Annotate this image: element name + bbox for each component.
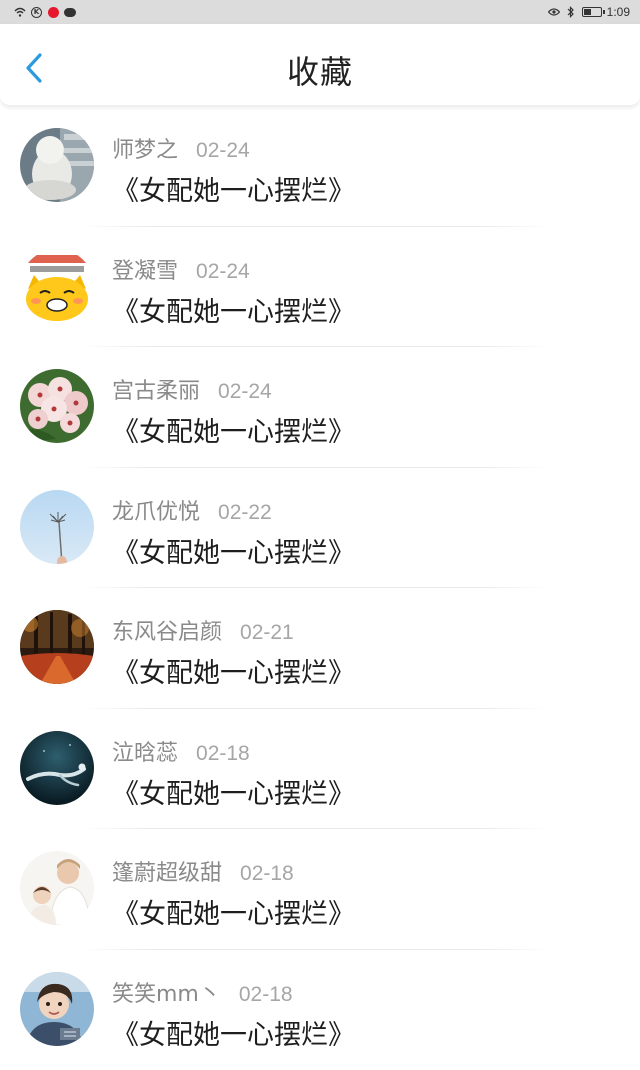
list-item[interactable]: 龙爪优悦 02-22 《女配她一心摆烂》: [0, 468, 640, 589]
item-meta: 师梦之 02-24: [112, 132, 250, 164]
avatar[interactable]: [20, 128, 94, 202]
list-item[interactable]: 泣晗蕊 02-18 《女配她一心摆烂》: [0, 709, 640, 830]
app-header: 收藏: [0, 24, 640, 106]
book-title[interactable]: 《女配她一心摆烂》: [112, 1013, 355, 1052]
item-date: 02-18: [240, 862, 294, 886]
list-item[interactable]: 师梦之 02-24 《女配她一心摆烂》: [0, 106, 640, 227]
book-title[interactable]: 《女配她一心摆烂》: [112, 772, 355, 811]
item-date: 02-24: [218, 380, 272, 404]
battery-icon: [582, 7, 602, 17]
item-meta: 泣晗蕊 02-18: [112, 735, 250, 767]
avatar[interactable]: [20, 610, 94, 684]
user-name: 篷蔚超级甜: [112, 855, 222, 887]
list-item[interactable]: 篷蔚超级甜 02-18 《女配她一心摆烂》: [0, 829, 640, 950]
item-meta: 笑笑mm丶 02-18: [112, 976, 293, 1008]
item-meta: 龙爪优悦 02-22: [112, 494, 272, 526]
status-time: 1:09: [607, 5, 630, 19]
bluetooth-icon: [565, 6, 577, 18]
book-title[interactable]: 《女配她一心摆烂》: [112, 531, 355, 570]
item-meta: 东风谷启颜 02-21: [112, 614, 294, 646]
list-item[interactable]: 笑笑mm丶 02-18 《女配她一心摆烂》: [0, 950, 640, 1070]
item-meta: 登凝雪 02-24: [112, 253, 250, 285]
list-item[interactable]: 登凝雪 02-24 《女配她一心摆烂》: [0, 227, 640, 348]
book-title[interactable]: 《女配她一心摆烂》: [112, 651, 355, 690]
eye-icon: [548, 6, 560, 18]
book-title[interactable]: 《女配她一心摆烂》: [112, 290, 355, 329]
item-date: 02-18: [196, 742, 250, 766]
item-date: 02-21: [240, 621, 294, 645]
user-name: 泣晗蕊: [112, 735, 178, 767]
list-item[interactable]: 宫古柔丽 02-24 《女配她一心摆烂》: [0, 347, 640, 468]
status-bar-left: K: [14, 6, 76, 18]
weibo-icon: [47, 6, 59, 18]
favorites-list: 师梦之 02-24 《女配她一心摆烂》 登凝雪 02-24: [0, 106, 640, 1070]
avatar[interactable]: [20, 369, 94, 443]
item-date: 02-18: [239, 983, 293, 1007]
avatar[interactable]: [20, 490, 94, 564]
circle-k-icon: K: [31, 7, 42, 18]
list-item[interactable]: 东风谷启颜 02-21 《女配她一心摆烂》: [0, 588, 640, 709]
chat-bubble-icon: [64, 6, 76, 18]
item-meta: 宫古柔丽 02-24: [112, 373, 272, 405]
status-bar: K 1:09: [0, 0, 640, 24]
book-title[interactable]: 《女配她一心摆烂》: [112, 410, 355, 449]
user-name: 登凝雪: [112, 253, 178, 285]
item-meta: 篷蔚超级甜 02-18: [112, 855, 294, 887]
user-name: 师梦之: [112, 132, 178, 164]
item-date: 02-22: [218, 501, 272, 525]
user-name: 笑笑mm丶: [112, 976, 221, 1008]
avatar[interactable]: [20, 972, 94, 1046]
item-date: 02-24: [196, 139, 250, 163]
avatar[interactable]: [20, 249, 94, 323]
book-title[interactable]: 《女配她一心摆烂》: [112, 169, 355, 208]
avatar[interactable]: [20, 851, 94, 925]
item-date: 02-24: [196, 260, 250, 284]
avatar[interactable]: [20, 731, 94, 805]
wifi-icon: [14, 6, 26, 18]
book-title[interactable]: 《女配她一心摆烂》: [112, 892, 355, 931]
user-name: 东风谷启颜: [112, 614, 222, 646]
status-bar-right: 1:09: [548, 5, 630, 19]
user-name: 龙爪优悦: [112, 494, 200, 526]
user-name: 宫古柔丽: [112, 373, 200, 405]
